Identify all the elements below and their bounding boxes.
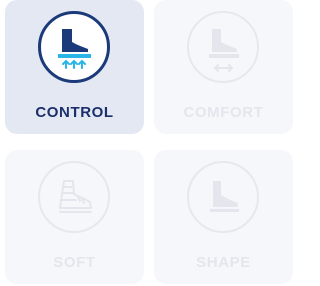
option-label: SOFT [53, 254, 96, 271]
sneaker-icon [59, 180, 92, 213]
option-tile-shape[interactable]: SHAPE [154, 150, 293, 284]
option-label: COMFORT [183, 104, 264, 121]
option-label: CONTROL [35, 104, 114, 121]
option-tile-soft[interactable]: SOFT [5, 150, 144, 284]
foot-arch-arrows-icon [58, 29, 91, 69]
foot-horizontal-arrows-icon [209, 29, 239, 72]
option-tile-control[interactable]: CONTROL [5, 0, 144, 134]
foot-icon [210, 181, 239, 212]
option-tile-comfort[interactable]: COMFORT [154, 0, 293, 134]
option-label: SHAPE [196, 254, 251, 271]
